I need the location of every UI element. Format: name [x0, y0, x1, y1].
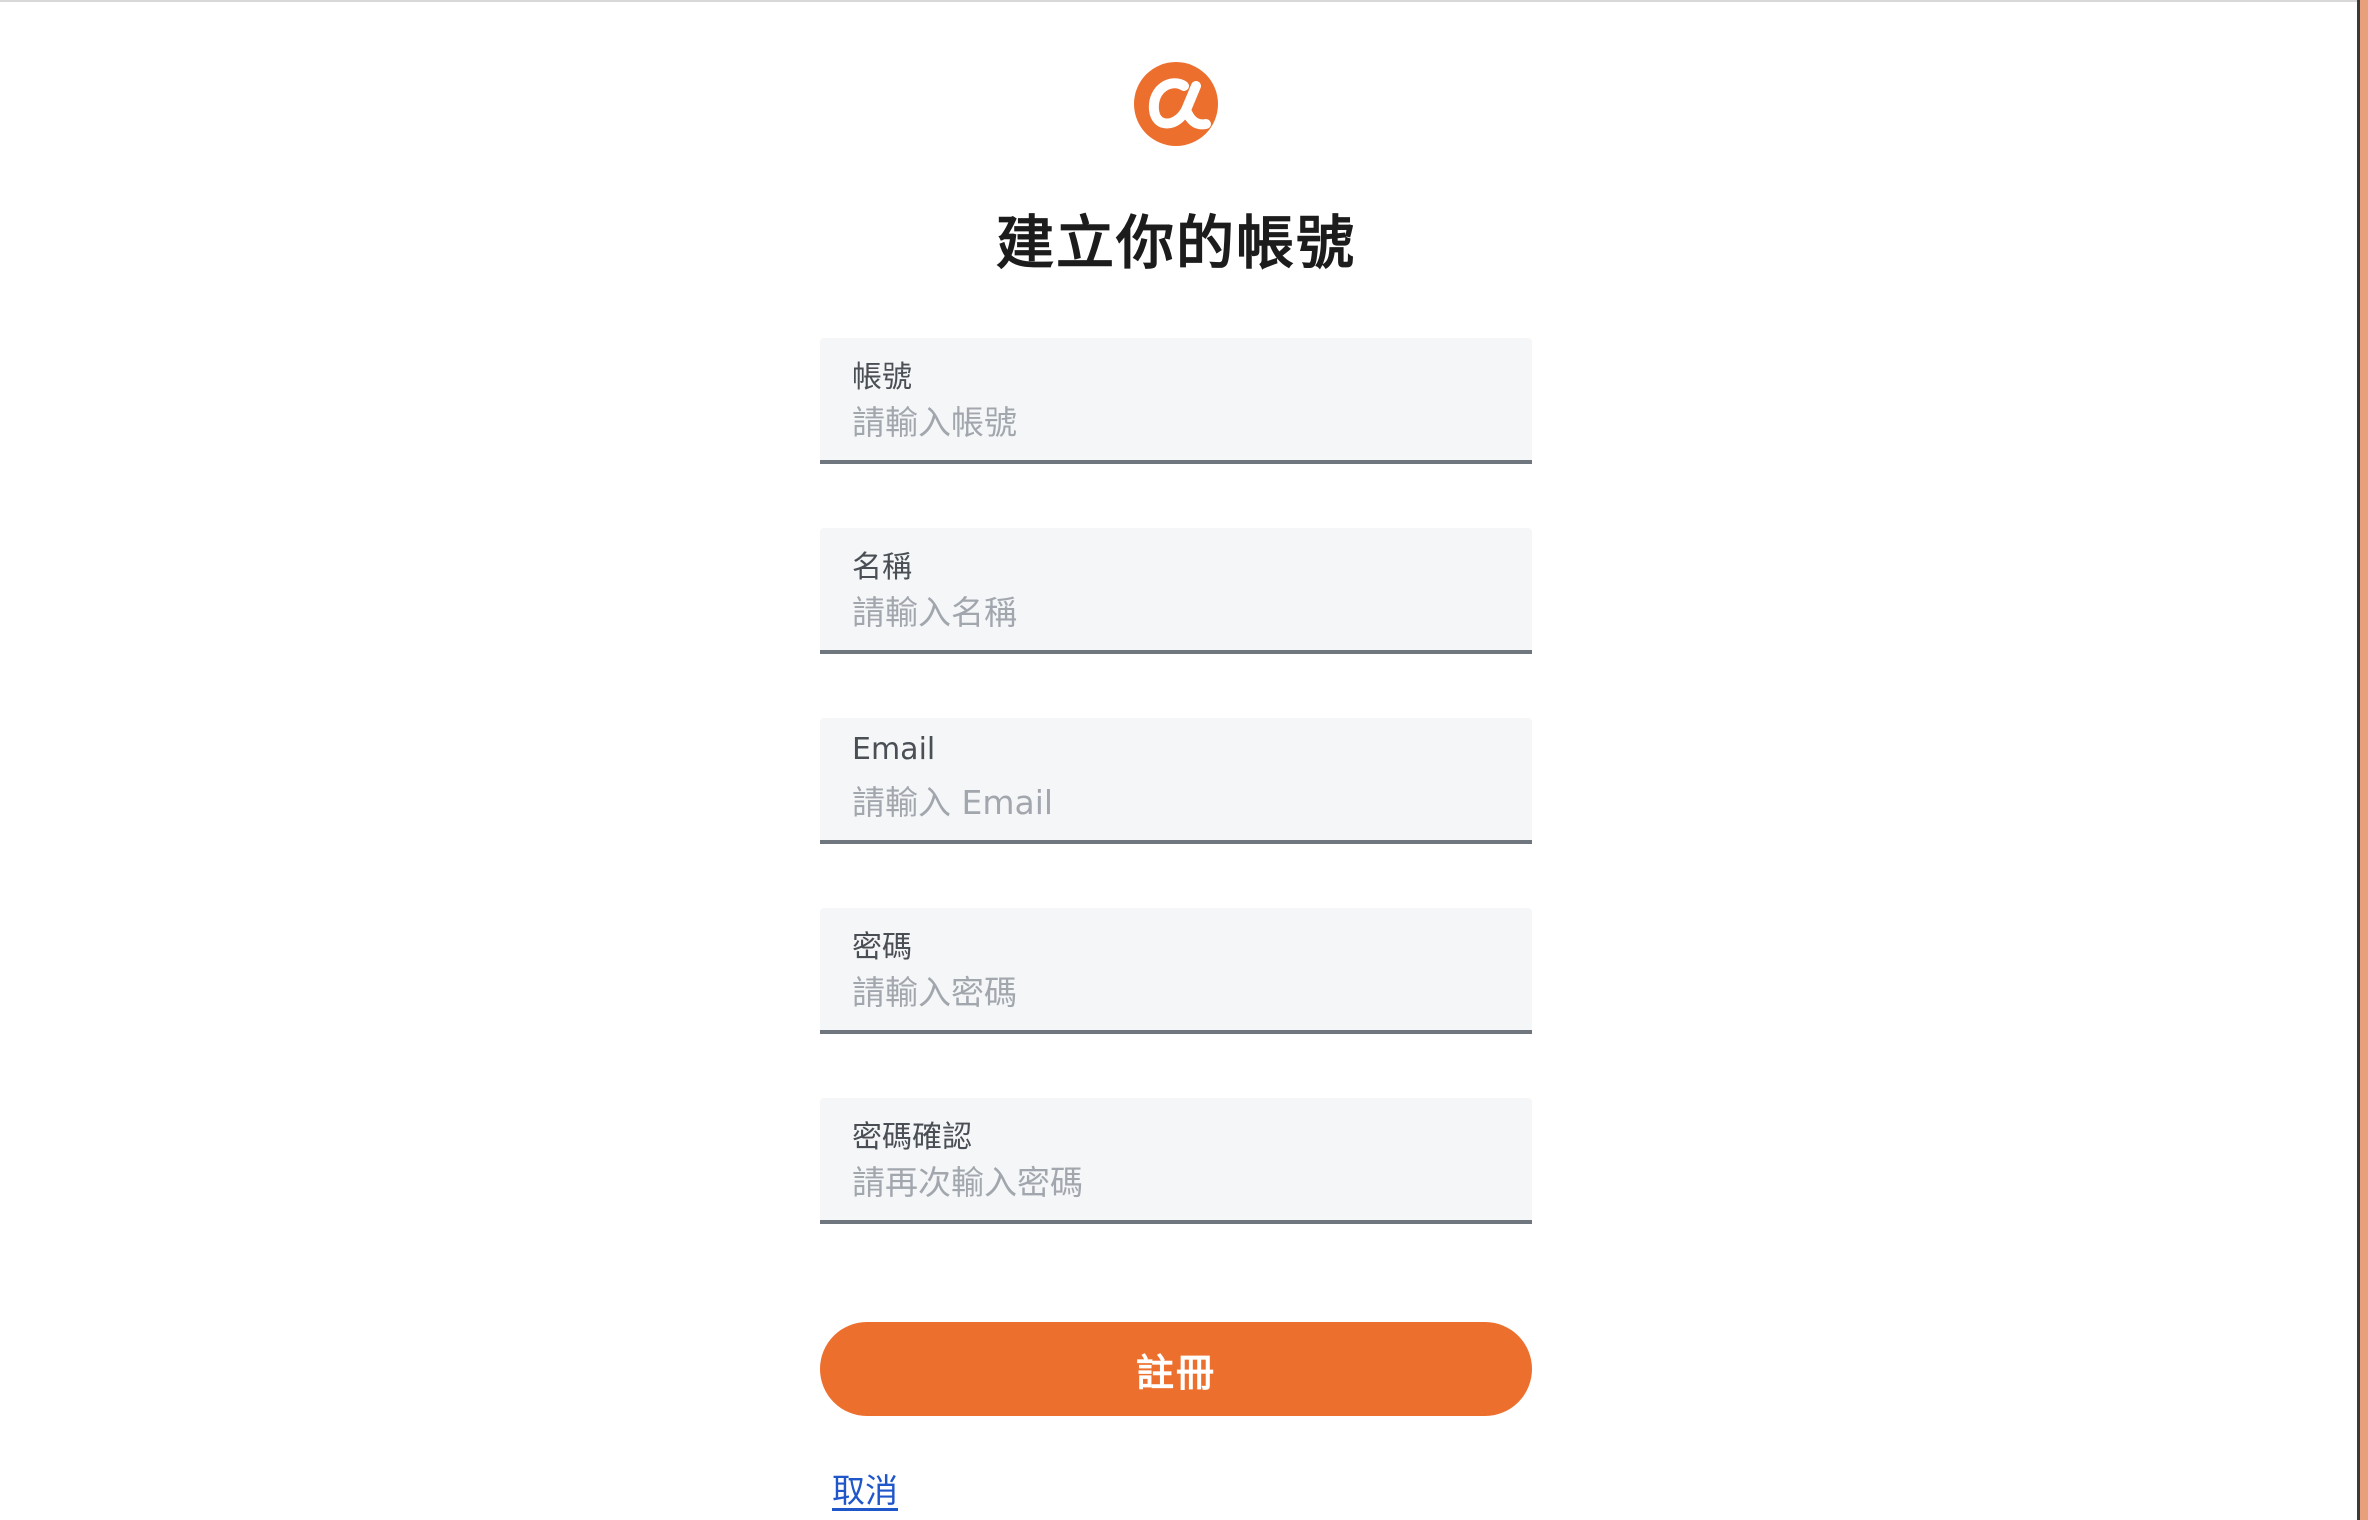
register-button[interactable]: 註冊 — [820, 1322, 1532, 1416]
password-confirm-field-label: 密碼確認 — [852, 1120, 972, 1155]
account-input[interactable] — [852, 398, 1492, 446]
name-field[interactable]: 名稱 — [820, 528, 1532, 654]
email-field[interactable]: Email — [820, 718, 1532, 844]
password-field[interactable]: 密碼 — [820, 908, 1532, 1034]
page-title: 建立你的帳號 — [995, 209, 1356, 277]
cancel-link[interactable]: 取消 — [832, 1464, 898, 1512]
account-field-label: 帳號 — [852, 360, 912, 395]
password-field-label: 密碼 — [852, 930, 912, 965]
name-input[interactable] — [852, 588, 1492, 636]
alpha-logo-icon — [1134, 62, 1218, 146]
signup-form: 帳號 名稱 Email 密碼 密碼確認 — [820, 338, 1532, 1288]
name-field-label: 名稱 — [852, 550, 912, 585]
email-field-label: Email — [852, 732, 936, 767]
password-input[interactable] — [852, 968, 1492, 1016]
account-field[interactable]: 帳號 — [820, 338, 1532, 464]
password-confirm-field[interactable]: 密碼確認 — [820, 1098, 1532, 1224]
password-confirm-input[interactable] — [852, 1158, 1492, 1206]
email-input[interactable] — [852, 778, 1492, 826]
signup-page: 建立你的帳號 帳號 名稱 Email 密碼 密碼確認 註冊 取消 — [0, 0, 2368, 1520]
